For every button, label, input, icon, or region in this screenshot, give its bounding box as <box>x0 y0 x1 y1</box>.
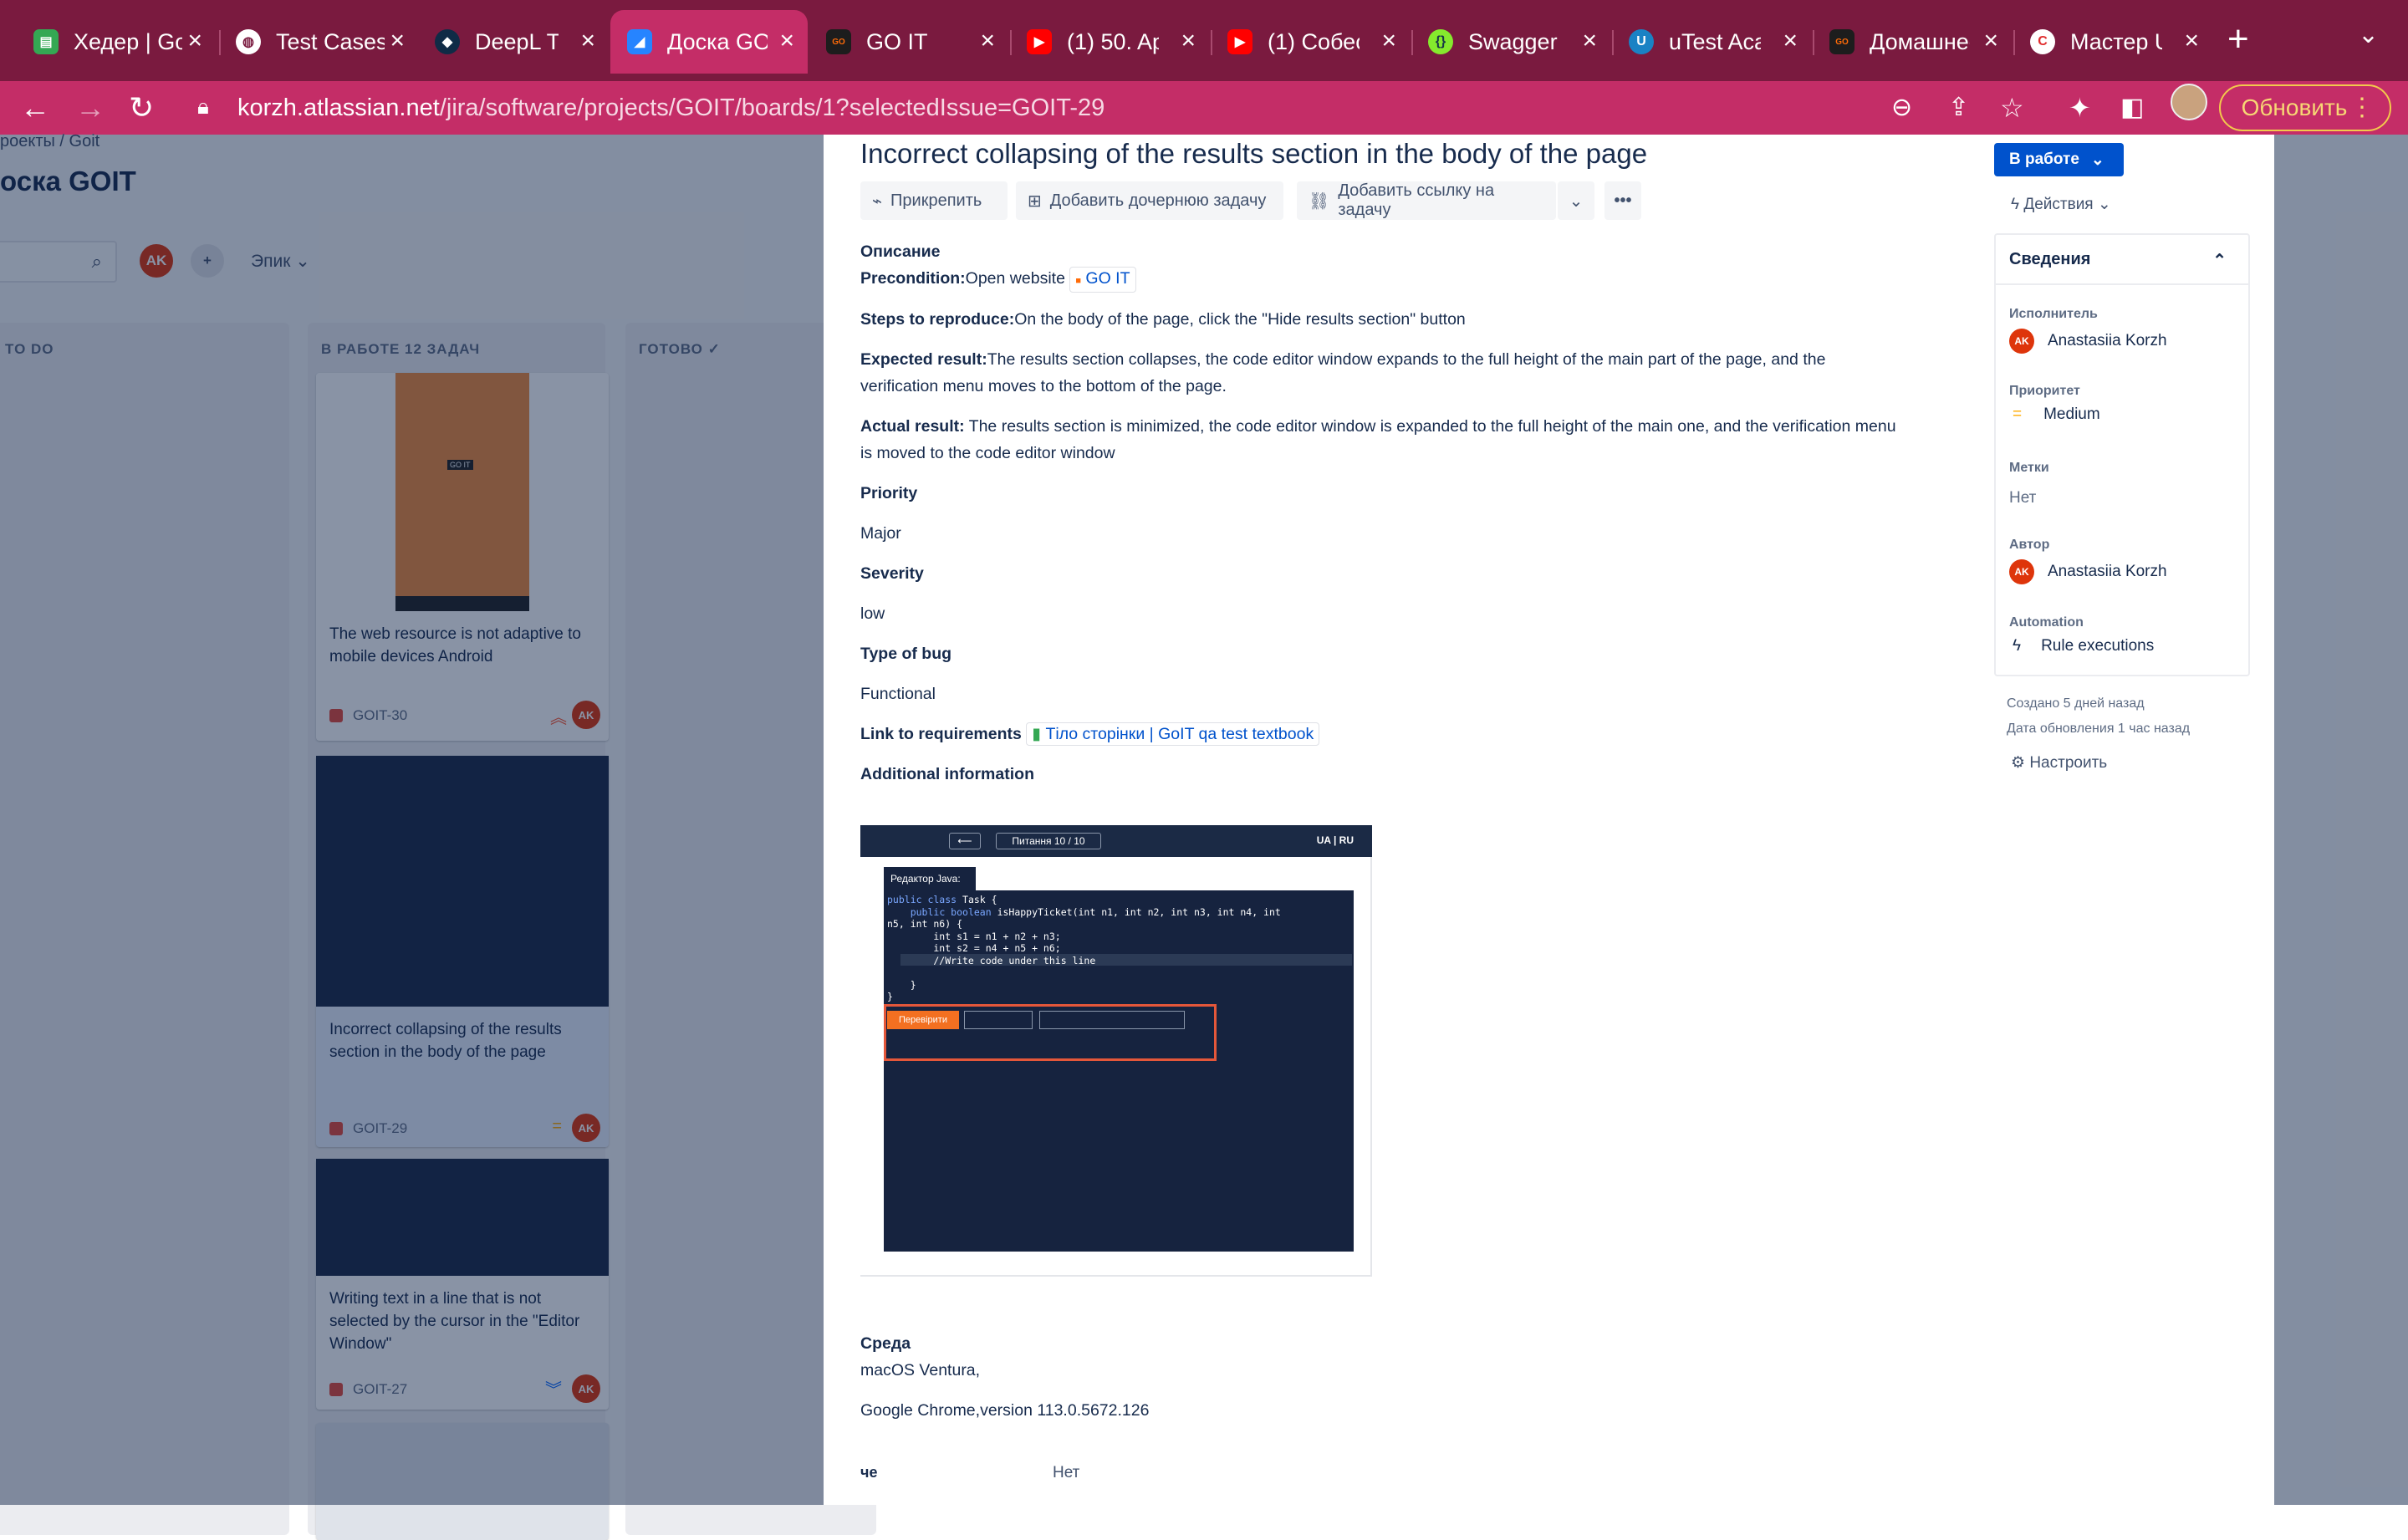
tab-homework[interactable]: GOДомашнее× <box>1813 10 2012 74</box>
tab-deepl[interactable]: ◆DeepL Translate× <box>418 10 609 74</box>
close-icon[interactable]: × <box>1783 28 1798 54</box>
tab-master-ui[interactable]: CМастер UI× <box>2013 10 2212 74</box>
chevron-down-icon[interactable]: ⌄ <box>2358 20 2379 49</box>
paperclip-icon: ⌁ <box>872 191 883 211</box>
reporter-field[interactable]: Автор AK Anastasiia Korzh <box>2009 538 2167 584</box>
close-icon[interactable]: × <box>187 28 202 54</box>
avatar: AK <box>2009 329 2034 354</box>
status-dropdown[interactable]: В работе ⌄ <box>1994 143 2124 176</box>
extensions-icon[interactable]: ✦ <box>2069 89 2091 126</box>
swagger-icon: {} <box>1428 29 1453 54</box>
environment: Среда macOS Ventura, Google Chrome,versi… <box>860 1334 1150 1420</box>
tab-header-sheet[interactable]: ▤Хедер | GoIT qa× <box>17 10 216 74</box>
updated-date: Дата обновления 1 час назад <box>2007 722 2191 736</box>
requirements-link[interactable]: ▮ Тіло сторінки | GoIT qa test textbook <box>1026 722 1320 746</box>
youtube-icon: ▶ <box>1027 29 1052 54</box>
utest-icon: U <box>1629 29 1654 54</box>
back-arrow-icon[interactable]: ← <box>20 89 50 126</box>
lightning-icon: ϟ <box>2013 637 2022 655</box>
tab-youtube-api[interactable]: ▶(1) 50. Api× <box>1010 10 1209 74</box>
profile-avatar[interactable] <box>2171 84 2207 120</box>
close-icon[interactable]: × <box>1381 28 1396 54</box>
assignee-field[interactable]: Исполнитель AK Anastasiia Korzh <box>2009 307 2167 354</box>
issue-title[interactable]: Incorrect collapsing of the results sect… <box>860 138 1647 170</box>
configure-button[interactable]: ⚙ Настроить <box>2011 753 2107 773</box>
sheet-icon: ▤ <box>33 29 59 54</box>
created-date: Создано 5 дней назад <box>2007 696 2145 711</box>
tab-swagger[interactable]: {}Swagger UI× <box>1411 10 1610 74</box>
youtube-icon: ▶ <box>1227 29 1252 54</box>
goit-icon: GO <box>1829 29 1854 54</box>
chevron-down-icon[interactable]: ⌄ <box>1558 181 1594 220</box>
screenshot-header: ⟵ Питання 10 / 10 UA | RU <box>860 825 1372 857</box>
details-panel: Сведения ⌃ Исполнитель AK Anastasiia Korzh … <box>1994 233 2250 676</box>
browser-tab-strip: ▤Хедер | GoIT qa× ◍Test Cases× ◆DeepL Tr… <box>0 0 2408 81</box>
address-bar[interactable]: korzh.atlassian.net/jira/software/projec… <box>182 85 1896 130</box>
tab-jira-board[interactable]: ◢Доска GOIT× <box>610 10 808 74</box>
close-icon[interactable]: × <box>1983 28 1998 54</box>
code-editor: public class Task { public boolean isHap… <box>884 890 1354 1252</box>
jira-icon: ◢ <box>627 29 652 54</box>
reload-icon[interactable]: ↻ <box>129 89 154 126</box>
tab-goit[interactable]: GO GO IT × <box>809 10 1008 74</box>
forward-arrow-icon[interactable]: → <box>75 89 105 126</box>
priority-medium-icon: = <box>2013 405 2023 423</box>
close-icon[interactable]: × <box>390 28 405 54</box>
add-link-button[interactable]: ⛓ Добавить ссылку на задачу <box>1297 181 1556 220</box>
close-icon[interactable]: × <box>980 28 995 54</box>
description-label: Описание <box>860 242 941 261</box>
avatar: AK <box>2009 559 2034 584</box>
close-icon[interactable]: × <box>779 28 794 54</box>
close-icon[interactable]: × <box>1582 28 1597 54</box>
actions-menu[interactable]: ϟ Действия ⌄ <box>2011 195 2111 214</box>
goit-icon: ■ <box>1075 276 1081 286</box>
attached-screenshot[interactable]: ⟵ Питання 10 / 10 UA | RU Редактор Java:… <box>860 825 1372 1277</box>
close-icon[interactable]: × <box>1181 28 1196 54</box>
description: Описание Precondition:Open website ■ GO … <box>860 242 1896 783</box>
link-icon: ⛓ <box>1309 191 1330 211</box>
close-icon[interactable]: × <box>580 28 595 54</box>
book-icon: ▮ <box>1032 725 1042 743</box>
add-child-issue-button[interactable]: ⊞ Добавить дочернюю задачу <box>1016 181 1283 220</box>
gear-icon: ⚙ <box>2011 754 2026 772</box>
chevron-down-icon: ⌄ <box>2090 150 2104 169</box>
c-icon: C <box>2030 29 2055 54</box>
close-icon[interactable]: × <box>2184 28 2199 54</box>
tab-youtube-interview[interactable]: ▶(1) Собеседование× <box>1211 10 1410 74</box>
lightning-icon: ϟ <box>2011 196 2020 213</box>
back-arrow-icon: ⟵ <box>949 833 981 849</box>
tab-utest[interactable]: UuTest Academy× <box>1612 10 1811 74</box>
deepl-icon: ◆ <box>435 29 460 54</box>
star-icon[interactable]: ☆ <box>2000 89 2024 126</box>
more-icon[interactable]: ••• <box>1604 181 1641 220</box>
labels-field[interactable]: Метки Нет <box>2009 461 2049 507</box>
attach-button[interactable]: ⌁ Прикрепить <box>860 181 1008 220</box>
goit-icon: GO <box>826 29 851 54</box>
update-button[interactable]: Обновить ⋮ <box>2219 84 2391 131</box>
tab-test-cases[interactable]: ◍ Test Cases × <box>219 10 418 74</box>
globe-icon: ◍ <box>236 29 261 54</box>
goit-link[interactable]: ■ GO IT <box>1069 267 1136 293</box>
priority-field[interactable]: Приоритет = Medium <box>2009 384 2100 424</box>
share-icon[interactable]: ⇪ <box>1948 89 1969 126</box>
chevron-up-icon: ⌃ <box>2212 252 2227 270</box>
sidepanel-icon[interactable]: ◧ <box>2120 89 2144 126</box>
issue-modal: Incorrect collapsing of the results sect… <box>824 135 2274 1505</box>
child-issue-icon: ⊞ <box>1028 191 1042 211</box>
automation-field[interactable]: Automation ϟ Rule executions <box>2009 615 2154 655</box>
new-tab-plus-icon[interactable]: + <box>2227 18 2249 60</box>
details-header[interactable]: Сведения ⌃ <box>1996 235 2248 285</box>
more-vertical-icon[interactable]: ⋮ <box>2349 93 2375 122</box>
